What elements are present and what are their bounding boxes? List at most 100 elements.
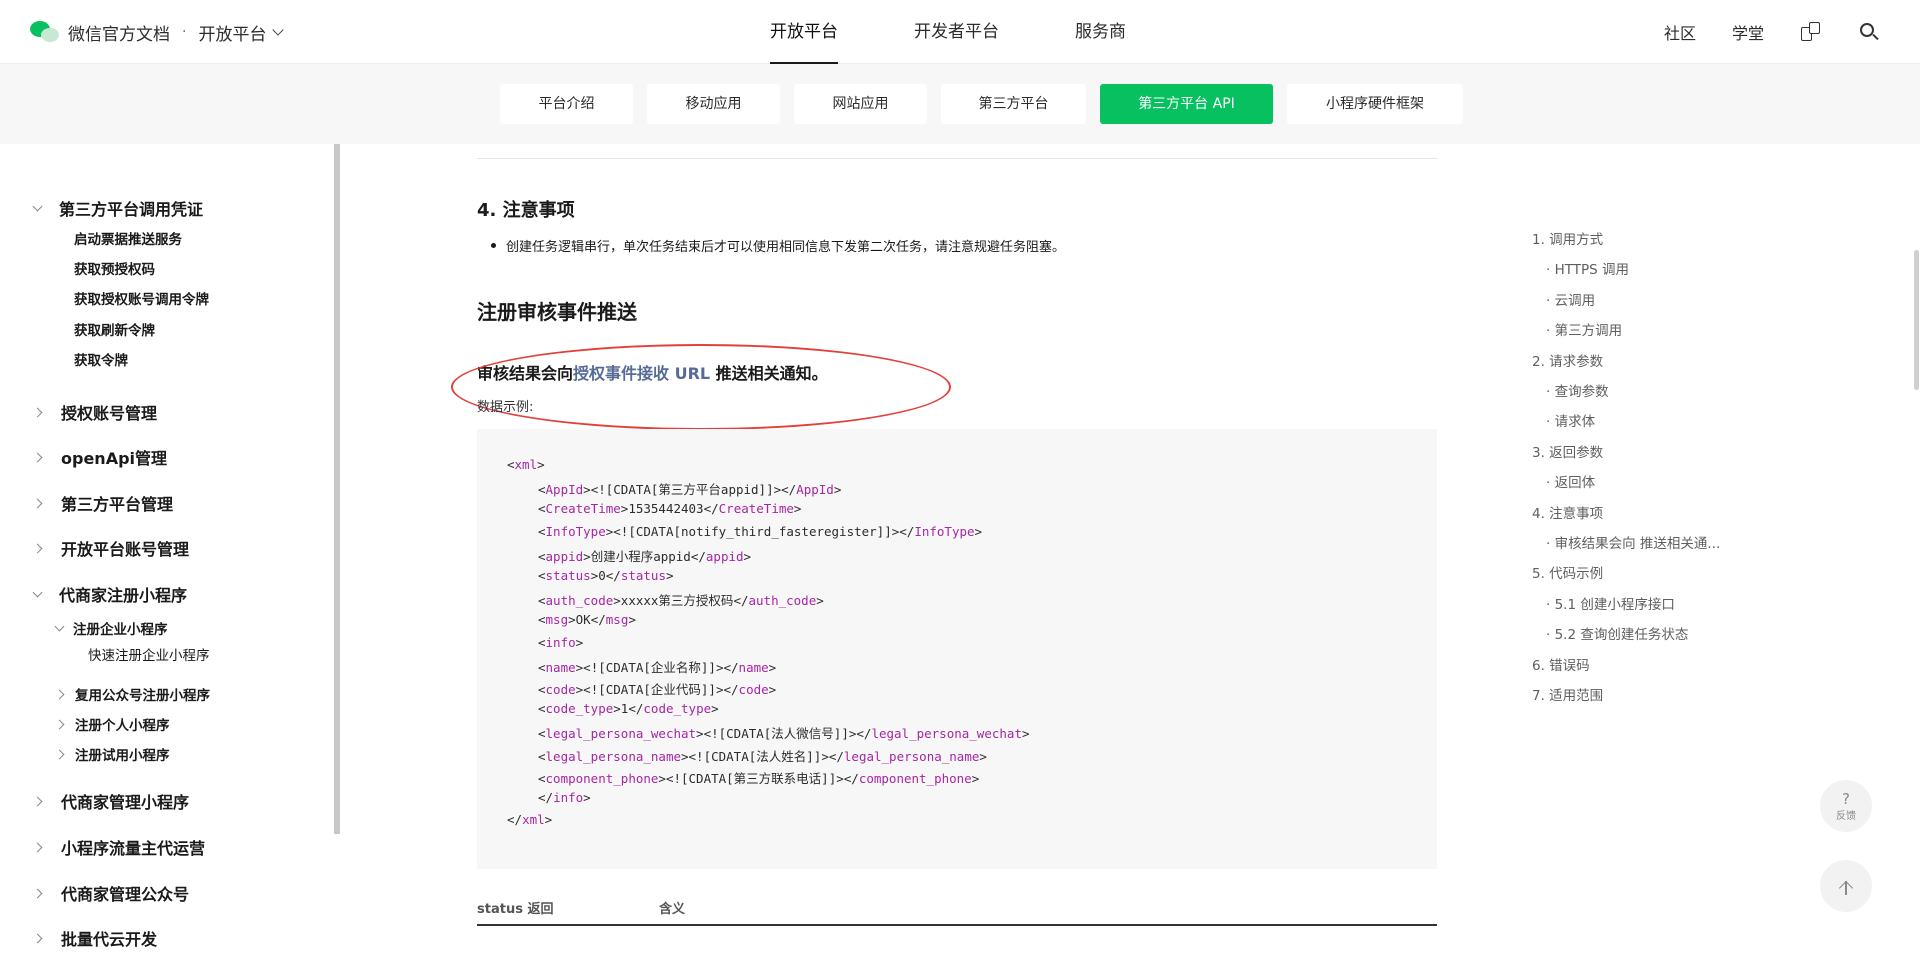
- toc-item[interactable]: · 5.1 创建小程序接口: [1546, 593, 1675, 613]
- sidebar-item-fast-register[interactable]: 快速注册企业小程序: [88, 644, 210, 664]
- main-nav: 开放平台 开发者平台 服务商: [770, 0, 1202, 64]
- sidebar-item-register-miniprogram[interactable]: 代商家注册小程序: [32, 582, 187, 606]
- code-tag: AppId: [796, 482, 834, 498]
- chevron-right-icon: [54, 749, 65, 759]
- sidebar-item-label: 批量代云开发: [61, 930, 158, 949]
- sidebar-item-preauth-code[interactable]: 获取预授权码: [74, 258, 155, 278]
- code-line: <legal_persona_wechat><![CDATA[法人微信号]]><…: [538, 726, 1030, 742]
- code-value: OK: [575, 612, 591, 628]
- bullet-icon: [491, 243, 496, 248]
- toc-item[interactable]: · 第三方调用: [1546, 319, 1622, 339]
- code-line: <msg>OK</msg>: [538, 612, 636, 628]
- toc-item[interactable]: · 返回体: [1546, 471, 1595, 491]
- code-tag: code: [545, 682, 576, 697]
- toc-item[interactable]: 1. 调用方式: [1532, 228, 1603, 248]
- toc-item[interactable]: · 请求体: [1546, 410, 1595, 430]
- sidebar-item-third-party-mgmt[interactable]: 第三方平台管理: [32, 491, 173, 515]
- chevron-down-icon: [32, 587, 43, 597]
- code-tag: legal_persona_wechat: [545, 726, 697, 742]
- back-to-top-button[interactable]: [1820, 860, 1872, 912]
- sidebar-item-label: 注册个人小程序: [75, 718, 170, 734]
- code-tag: info: [545, 634, 576, 650]
- academy-link[interactable]: 学堂: [1732, 20, 1764, 44]
- sidebar-item-manage-mp[interactable]: 代商家管理公众号: [32, 881, 189, 905]
- code-line: <auth_code>xxxxx第三方授权码</auth_code>: [538, 593, 824, 609]
- nav-item-service-provider[interactable]: 服务商: [1075, 0, 1126, 64]
- table-header-meaning: 含义: [659, 902, 686, 917]
- toc-item[interactable]: · HTTPS 调用: [1546, 258, 1629, 278]
- sidebar-item-get-token[interactable]: 获取令牌: [74, 349, 128, 369]
- sidebar-item-register-enterprise[interactable]: 注册企业小程序: [54, 618, 168, 638]
- sidebar-item-openapi[interactable]: openApi管理: [32, 445, 167, 469]
- sidebar-item-traffic-ops[interactable]: 小程序流量主代运营: [32, 835, 205, 859]
- subtab-hardware-framework[interactable]: 小程序硬件框架: [1287, 84, 1463, 124]
- code-value: 1535442403: [628, 501, 704, 517]
- code-tag: info: [553, 790, 584, 805]
- code-value: <![CDATA[法人姓名]]>: [688, 748, 829, 764]
- subtab-platform-intro[interactable]: 平台介绍: [500, 84, 633, 124]
- code-tag: msg: [545, 612, 569, 628]
- nav-item-developer-platform[interactable]: 开发者平台: [914, 0, 999, 64]
- page-heading: 注册审核事件推送: [477, 300, 637, 324]
- code-tag: msg: [605, 612, 629, 628]
- toc-item[interactable]: 2. 请求参数: [1532, 350, 1603, 370]
- sidebar-item-manage-miniprogram[interactable]: 代商家管理小程序: [32, 789, 189, 813]
- subtab-website-app[interactable]: 网站应用: [794, 84, 927, 124]
- code-tag: code_type: [545, 701, 614, 717]
- code-tag: legal_persona_wechat: [871, 726, 1022, 742]
- chevron-right-icon: [32, 842, 43, 852]
- toc-item[interactable]: 3. 返回参数: [1532, 441, 1603, 461]
- chevron-right-icon: [32, 796, 43, 806]
- code-tag: appid: [545, 548, 584, 564]
- toc-item[interactable]: 5. 代码示例: [1532, 562, 1603, 582]
- sidebar-item-refresh-token[interactable]: 获取刷新令牌: [74, 319, 155, 339]
- sidebar-item-label: 注册企业小程序: [73, 622, 168, 638]
- toc-item[interactable]: · 审核结果会向 推送相关通...: [1546, 532, 1720, 552]
- bullet-text: 创建任务逻辑串行，单次任务结束后才可以使用相同信息下发第二次任务，请注意规避任务…: [506, 240, 1066, 255]
- sidebar-item-credentials[interactable]: 第三方平台调用凭证: [32, 196, 203, 220]
- table-header: status 返回 含义: [477, 896, 1437, 926]
- sidebar-item-open-account[interactable]: 开放平台账号管理: [32, 536, 189, 560]
- page-scrollbar[interactable]: [1914, 250, 1919, 390]
- toc-item[interactable]: · 5.2 查询创建任务状态: [1546, 623, 1688, 643]
- code-line: </info>: [538, 790, 591, 805]
- example-label: 数据示例:: [477, 400, 534, 415]
- feedback-label: 反馈: [1836, 810, 1856, 822]
- sidebar-item-start-ticket[interactable]: 启动票据推送服务: [74, 228, 182, 248]
- code-tag: code_type: [643, 701, 712, 717]
- search-icon[interactable]: [1858, 21, 1880, 43]
- sidebar-item-register-personal[interactable]: 注册个人小程序: [54, 714, 170, 734]
- sidebar-item-cloud-dev[interactable]: 批量代云开发: [32, 926, 158, 950]
- chevron-right-icon: [32, 407, 43, 417]
- code-tag: code: [738, 682, 769, 697]
- code-tag: xml: [522, 812, 545, 828]
- platform-selector[interactable]: 开放平台: [198, 20, 285, 45]
- code-tag: component_phone: [858, 770, 972, 786]
- sidebar-item-reuse-mp[interactable]: 复用公众号注册小程序: [54, 684, 210, 704]
- community-link[interactable]: 社区: [1664, 20, 1696, 44]
- toc-item[interactable]: · 查询参数: [1546, 380, 1609, 400]
- subtab-mobile-app[interactable]: 移动应用: [647, 84, 780, 124]
- subtab-third-party[interactable]: 第三方平台: [941, 84, 1086, 124]
- chevron-right-icon: [54, 719, 65, 729]
- toc-item[interactable]: · 云调用: [1546, 289, 1595, 309]
- code-tag: name: [545, 659, 576, 675]
- code-block: <xml> <AppId><![CDATA[第三方平台appid]]></AppI…: [477, 429, 1437, 869]
- feedback-button[interactable]: ? 反馈: [1820, 780, 1872, 832]
- code-line: <info>: [538, 634, 584, 650]
- toc-item[interactable]: 7. 适用范围: [1532, 684, 1603, 704]
- sidebar-scrollbar[interactable]: [334, 144, 340, 834]
- sidebar-item-register-trial[interactable]: 注册试用小程序: [54, 744, 170, 764]
- section-heading: 4. 注意事项: [477, 200, 575, 221]
- nav-item-open-platform[interactable]: 开放平台: [770, 0, 838, 64]
- switch-icon[interactable]: [1800, 21, 1822, 43]
- code-line: </xml>: [507, 812, 553, 828]
- sidebar-item-authorizer-token[interactable]: 获取授权账号调用令牌: [74, 288, 209, 308]
- toc-item[interactable]: 4. 注意事项: [1532, 502, 1603, 522]
- logo[interactable]: 微信官方文档 · 开放平台: [30, 18, 285, 46]
- sidebar-item-account-mgmt[interactable]: 授权账号管理: [32, 400, 157, 424]
- subtab-third-party-api[interactable]: 第三方平台 API: [1100, 84, 1273, 124]
- divider: [477, 158, 1437, 159]
- code-line: <name><![CDATA[企业名称]]></name>: [538, 659, 777, 675]
- toc-item[interactable]: 6. 错误码: [1532, 654, 1590, 674]
